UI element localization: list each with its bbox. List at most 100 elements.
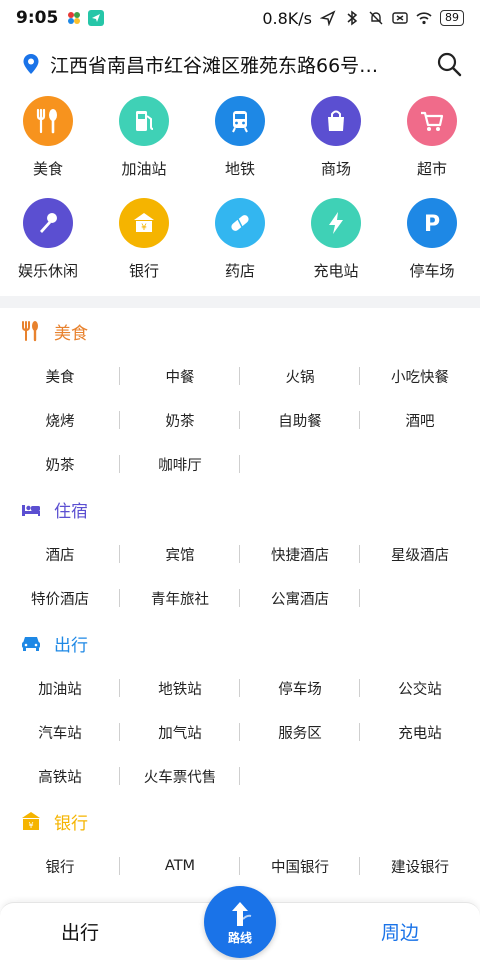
poi-item[interactable]: 烧烤 [0, 398, 120, 442]
poi-sections: 美食 美食 中餐 火锅 小吃快餐 烧烤 奶茶 自助餐 酒吧 奶茶 咖啡厅 住宿 … [0, 308, 480, 888]
route-button[interactable]: 路线 [204, 886, 276, 958]
poi-item[interactable]: 自助餐 [240, 398, 360, 442]
bank-icon: ¥ [20, 810, 42, 832]
tab-travel[interactable]: 出行 [0, 918, 160, 945]
bank-icon: ¥ [119, 198, 169, 248]
metro-train-icon [215, 96, 265, 146]
poi-item[interactable]: 美食 [0, 354, 120, 398]
fork-spoon-icon [20, 320, 42, 342]
status-time: 9:05 [16, 8, 59, 28]
category-label: 药店 [224, 262, 255, 280]
app-notification-icon [68, 12, 81, 24]
category-mall[interactable]: 商场 [288, 96, 384, 198]
poi-item[interactable]: 加油站 [0, 666, 120, 710]
category-label: 美食 [32, 160, 63, 178]
category-label: 银行 [128, 262, 159, 280]
current-address[interactable]: 江西省南昌市红谷滩区雅苑东路66号… [50, 51, 428, 78]
shopping-cart-icon [407, 96, 457, 146]
poi-item[interactable]: 汽车站 [0, 710, 120, 754]
search-icon[interactable] [436, 51, 462, 77]
svg-text:¥: ¥ [141, 223, 147, 233]
poi-item[interactable]: 特价酒店 [0, 576, 120, 620]
poi-item[interactable]: 公交站 [360, 666, 480, 710]
poi-item[interactable]: 火锅 [240, 354, 360, 398]
category-metro[interactable]: 地铁 [192, 96, 288, 198]
category-label: 停车场 [409, 262, 455, 280]
section-header: ¥ 银行 [0, 798, 480, 844]
section-header: 出行 [0, 620, 480, 666]
route-arrow-icon [232, 901, 252, 926]
location-arrow-icon [320, 10, 336, 26]
section-lodging: 住宿 酒店 宾馆 快捷酒店 星级酒店 特价酒店 青年旅社 公寓酒店 [0, 486, 480, 620]
location-bar[interactable]: 江西省南昌市红谷滩区雅苑东路66号… [0, 40, 480, 88]
category-parking[interactable]: P 停车场 [384, 198, 480, 300]
poi-item[interactable]: 地铁站 [120, 666, 240, 710]
parking-icon: P [407, 198, 457, 248]
tab-nearby[interactable]: 周边 [320, 918, 480, 945]
category-grid: 美食 加油站 地铁 商场 超市 娱乐休闲 ¥ 银行 药店 充电站 P 停车场 [0, 96, 480, 300]
poi-item[interactable]: 奶茶 [0, 442, 120, 486]
section-items: 银行 ATM 中国银行 建设银行 [0, 844, 480, 888]
bluetooth-icon [347, 10, 358, 26]
poi-item[interactable]: 酒吧 [360, 398, 480, 442]
poi-item[interactable]: 停车场 [240, 666, 360, 710]
section-travel: 出行 加油站 地铁站 停车场 公交站 汽车站 加气站 服务区 充电站 高铁站 火… [0, 620, 480, 798]
shopping-bag-icon [311, 96, 361, 146]
fork-spoon-icon [23, 96, 73, 146]
category-label: 商场 [320, 160, 351, 178]
section-header: 住宿 [0, 486, 480, 532]
section-title: 银行 [54, 813, 88, 834]
location-pin-icon [23, 54, 39, 74]
poi-item[interactable]: 小吃快餐 [360, 354, 480, 398]
section-header: 美食 [0, 308, 480, 354]
category-entertainment[interactable]: 娱乐休闲 [0, 198, 96, 300]
category-label: 娱乐休闲 [17, 262, 78, 280]
microphone-icon [23, 198, 73, 248]
category-charging[interactable]: 充电站 [288, 198, 384, 300]
category-label: 加油站 [121, 160, 167, 178]
poi-item[interactable]: 高铁站 [0, 754, 120, 798]
wifi-icon [416, 12, 432, 25]
section-items: 酒店 宾馆 快捷酒店 星级酒店 特价酒店 青年旅社 公寓酒店 [0, 532, 480, 620]
battery-level: 89 [440, 10, 464, 26]
svg-text:¥: ¥ [28, 821, 33, 830]
poi-item[interactable]: 星级酒店 [360, 532, 480, 576]
poi-item[interactable]: 中国银行 [240, 844, 360, 888]
poi-item[interactable]: 公寓酒店 [240, 576, 360, 620]
category-gas-station[interactable]: 加油站 [96, 96, 192, 198]
category-supermarket[interactable]: 超市 [384, 96, 480, 198]
lightning-icon [311, 198, 361, 248]
poi-item[interactable]: 奶茶 [120, 398, 240, 442]
section-title: 美食 [54, 323, 88, 344]
no-sim-icon [392, 12, 408, 24]
section-food: 美食 美食 中餐 火锅 小吃快餐 烧烤 奶茶 自助餐 酒吧 奶茶 咖啡厅 [0, 308, 480, 486]
bed-icon [20, 498, 42, 520]
section-divider [0, 296, 480, 308]
poi-item[interactable]: 加气站 [120, 710, 240, 754]
pill-icon [215, 198, 265, 248]
poi-item[interactable]: 建设银行 [360, 844, 480, 888]
category-label: 超市 [416, 160, 447, 178]
category-pharmacy[interactable]: 药店 [192, 198, 288, 300]
poi-item[interactable]: 咖啡厅 [120, 442, 240, 486]
poi-item[interactable]: 火车票代售 [120, 754, 240, 798]
category-food[interactable]: 美食 [0, 96, 96, 198]
poi-item[interactable]: 服务区 [240, 710, 360, 754]
poi-item[interactable]: ATM [120, 844, 240, 888]
poi-item[interactable]: 宾馆 [120, 532, 240, 576]
poi-item[interactable]: 充电站 [360, 710, 480, 754]
section-items: 加油站 地铁站 停车场 公交站 汽车站 加气站 服务区 充电站 高铁站 火车票代… [0, 666, 480, 798]
route-label: 路线 [227, 930, 252, 945]
section-title: 住宿 [54, 501, 88, 522]
gas-pump-icon [119, 96, 169, 146]
poi-item[interactable]: 酒店 [0, 532, 120, 576]
send-notification-icon [88, 10, 105, 26]
section-items: 美食 中餐 火锅 小吃快餐 烧烤 奶茶 自助餐 酒吧 奶茶 咖啡厅 [0, 354, 480, 486]
category-bank[interactable]: ¥ 银行 [96, 198, 192, 300]
category-label: 充电站 [313, 262, 359, 280]
poi-item[interactable]: 快捷酒店 [240, 532, 360, 576]
poi-item[interactable]: 青年旅社 [120, 576, 240, 620]
category-row: 娱乐休闲 ¥ 银行 药店 充电站 P 停车场 [0, 198, 480, 300]
poi-item[interactable]: 中餐 [120, 354, 240, 398]
poi-item[interactable]: 银行 [0, 844, 120, 888]
